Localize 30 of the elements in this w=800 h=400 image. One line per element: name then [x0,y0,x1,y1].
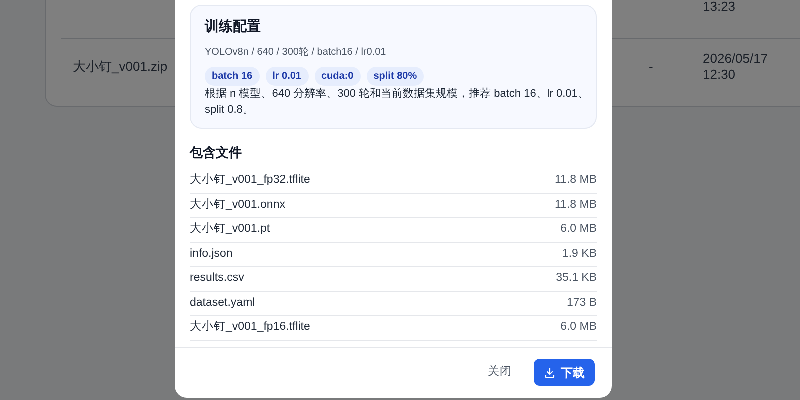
parameter-chip: lr 0.01 [266,67,308,86]
file-name: info.json [190,246,233,262]
parameter-chip: batch 16 [205,67,260,86]
parameter-chip: split 80% [366,67,424,86]
file-name: 大小钉_v001_fp32.tflite [190,172,310,188]
date-cell: 2026/05/17 [703,50,768,66]
files-title: 包含文件 [190,145,242,160]
file-name: 大小钉_v001.pt [190,222,270,238]
file-size: 6.0 MB [560,222,597,238]
close-button[interactable]: 关闭 [482,359,518,386]
file-size: 11.8 MB [555,173,597,188]
time-cell-text: 12:30 [703,66,737,82]
download-button[interactable]: 下载 [534,359,595,386]
file-name-cell: 大小钉_v001.zip [73,58,168,74]
file-name: results.csv [190,271,244,286]
file-name: 大小钉_v001_fp16.tflite [190,320,310,336]
config-title: 训练配置 [205,17,261,36]
file-size: 173 B [566,296,597,311]
table-cell: - [649,58,654,74]
config-summary: YOLOv8n / 640 / 300轮 / batch16 / lr0.01 [205,46,386,60]
file-size: 11.8 MB [555,198,597,213]
file-name: 大小钉_v001.onnx [190,198,286,213]
file-size: 35.1 KB [556,271,597,286]
file-size: 6.0 MB [560,320,597,336]
file-name: dataset.yaml [190,296,256,311]
download-icon [544,366,556,378]
file-size: 1.9 KB [562,246,597,262]
config-description: 根据 n 模型、640 分辨率、300 轮和当前数据集规模，推荐 batch 16、lr 0.01、split 0.8。 [205,86,590,118]
time-cell: 13:23 [703,0,736,15]
parameter-chip: cuda:0 [314,67,361,86]
